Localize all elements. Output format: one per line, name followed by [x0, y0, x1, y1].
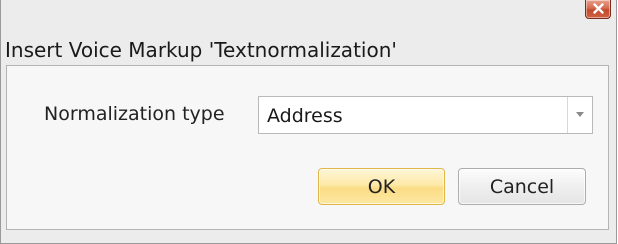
ok-button[interactable]: OK [318, 168, 445, 205]
page: Insert Voice Markup 'Textnormalization' … [0, 0, 618, 244]
close-icon [593, 3, 604, 14]
content-panel [6, 65, 609, 230]
insert-voice-markup-dialog: Insert Voice Markup 'Textnormalization' … [0, 0, 617, 244]
normalization-type-value: Address [267, 105, 343, 127]
chevron-down-icon [576, 112, 584, 117]
cancel-button[interactable]: Cancel [458, 168, 586, 205]
title-bar[interactable] [1, 0, 616, 28]
dialog-title: Insert Voice Markup 'Textnormalization' [5, 38, 397, 62]
close-button[interactable] [585, 0, 611, 19]
normalization-type-dropdown[interactable]: Address [258, 96, 593, 134]
dropdown-toggle[interactable] [567, 97, 592, 133]
normalization-type-label: Normalization type [44, 103, 225, 125]
